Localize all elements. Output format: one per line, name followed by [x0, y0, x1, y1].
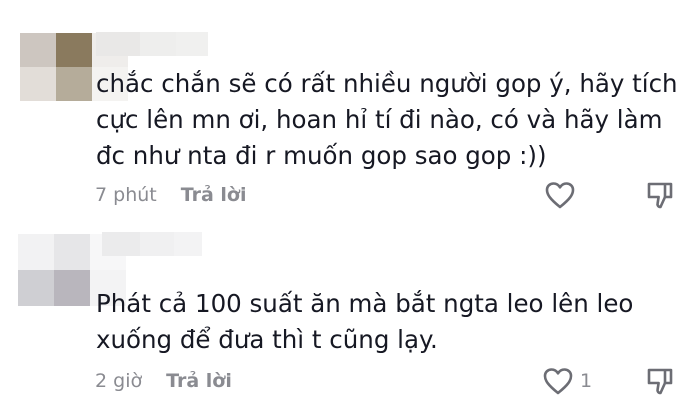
heart-icon [545, 182, 575, 209]
comment-time: 7 phút [95, 184, 157, 206]
dislike-button[interactable] [645, 366, 675, 402]
comment-text: Phát cả 100 suất ăn mà bắt ngta leo lên … [96, 289, 634, 354]
comment-meta: 2 giờ Trả lời [95, 370, 232, 392]
like-button[interactable]: 1 [542, 366, 592, 396]
blurred-username[interactable] [96, 32, 208, 56]
comment-meta: 7 phút Trả lời [95, 184, 247, 206]
thumbs-down-icon [647, 368, 673, 395]
comment-time: 2 giờ [95, 370, 143, 392]
comment-item: chắc chắn sẽ có rất nhiều người gop ý, h… [0, 0, 700, 218]
comment-text: chắc chắn sẽ có rất nhiều người gop ý, h… [96, 69, 678, 170]
thumbs-down-icon [647, 182, 673, 209]
like-button[interactable] [544, 180, 582, 210]
comment-item: Phát cả 100 suất ăn mà bắt ngta leo lên … [0, 218, 700, 417]
like-count: 1 [580, 369, 593, 392]
blurred-username[interactable] [102, 232, 202, 256]
dislike-button[interactable] [645, 180, 675, 216]
heart-icon [543, 368, 573, 395]
reply-button[interactable]: Trả lời [181, 184, 247, 206]
reply-button[interactable]: Trả lời [166, 370, 232, 392]
